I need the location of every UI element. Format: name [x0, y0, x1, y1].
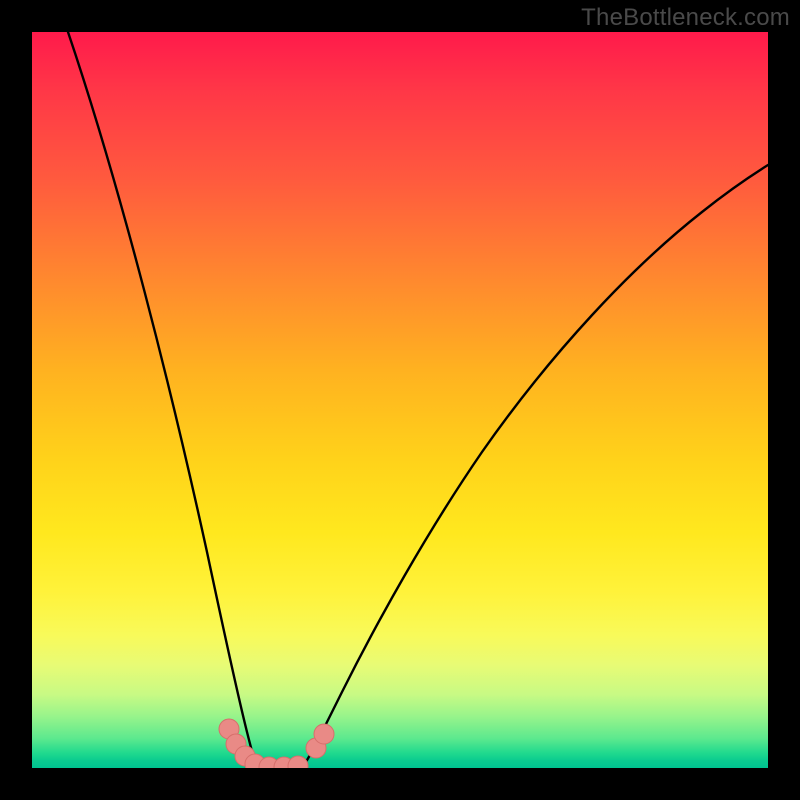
watermark-text: TheBottleneck.com: [581, 4, 790, 32]
valley-markers: [219, 719, 334, 768]
curve-left-branch: [68, 32, 258, 768]
plot-area: [32, 32, 768, 768]
marker-dot: [288, 756, 308, 768]
curve-right-branch: [302, 165, 768, 768]
marker-dot: [314, 724, 334, 744]
curve-layer: [32, 32, 768, 768]
chart-frame: TheBottleneck.com: [0, 0, 800, 800]
